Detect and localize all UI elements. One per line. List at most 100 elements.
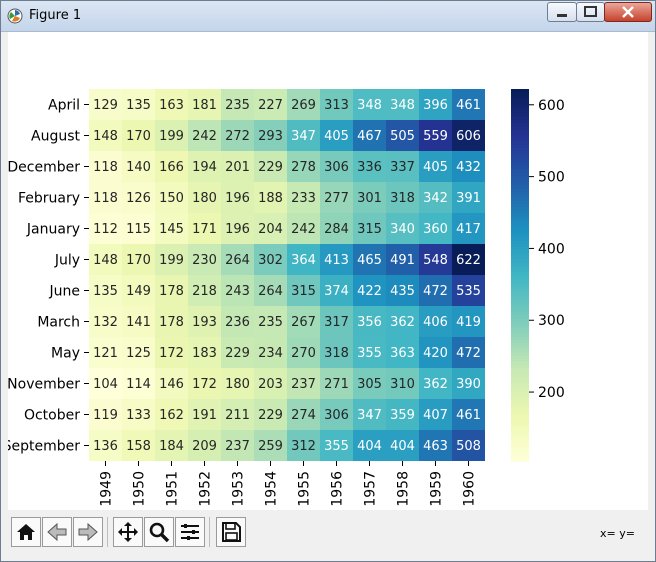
forward-button[interactable] xyxy=(73,517,103,547)
cell-value-label: 183 xyxy=(192,346,217,361)
figure-canvas[interactable]: 129 135 163 181 235 227 269 313 348 348 396 461 148 1… xyxy=(3,32,648,510)
cell-value-label: 362 xyxy=(423,377,448,392)
y-tick-label: June xyxy=(49,284,81,300)
cell-value-label: 193 xyxy=(192,315,217,330)
cell-value-label: 270 xyxy=(291,346,316,361)
zoom-button[interactable] xyxy=(144,517,174,547)
y-tick-label: December xyxy=(8,160,80,176)
cell-value-label: 306 xyxy=(324,408,349,423)
cell-value-label: 178 xyxy=(159,284,184,299)
zoom-icon xyxy=(149,522,170,543)
cell-value-label: 315 xyxy=(291,284,316,299)
cell-value-label: 318 xyxy=(324,346,349,361)
x-tick-label: 1950 xyxy=(132,471,148,507)
maximize-button[interactable] xyxy=(576,2,605,22)
cell-value-label: 237 xyxy=(225,439,250,454)
cell-value-label: 467 xyxy=(357,129,382,144)
back-icon xyxy=(47,522,67,542)
save-button[interactable] xyxy=(216,517,246,547)
cell-value-label: 390 xyxy=(456,377,481,392)
cell-value-label: 119 xyxy=(93,408,118,423)
x-tick-label: 1952 xyxy=(198,471,214,507)
cell-value-label: 236 xyxy=(225,315,250,330)
cell-value-label: 235 xyxy=(225,98,250,113)
cell-value-label: 505 xyxy=(390,129,415,144)
x-tick-label: 1956 xyxy=(330,471,346,507)
cell-value-label: 259 xyxy=(258,439,283,454)
cell-value-label: 126 xyxy=(126,191,151,206)
cell-value-label: 180 xyxy=(225,377,250,392)
cell-value-label: 277 xyxy=(324,191,349,206)
minimize-icon xyxy=(557,14,567,17)
y-tick-label: March xyxy=(37,315,80,331)
cell-value-label: 199 xyxy=(159,129,184,144)
cell-value-label: 170 xyxy=(126,253,151,268)
cell-value-label: 172 xyxy=(159,346,184,361)
cell-value-label: 203 xyxy=(258,377,283,392)
figure-window: Figure 1 129 135 163 181 235 227 269 313 348 348 3… xyxy=(0,0,656,562)
close-button[interactable] xyxy=(604,2,652,22)
y-tick-label: October xyxy=(24,408,80,424)
cell-value-label: 135 xyxy=(93,284,118,299)
cell-value-label: 278 xyxy=(291,160,316,175)
cell-value-label: 129 xyxy=(93,98,118,113)
cell-value-label: 243 xyxy=(225,284,250,299)
cell-value-label: 133 xyxy=(126,408,151,423)
cell-value-label: 199 xyxy=(159,253,184,268)
back-button[interactable] xyxy=(42,517,72,547)
home-button[interactable] xyxy=(11,517,41,547)
cell-value-label: 196 xyxy=(225,191,250,206)
y-tick-label: September xyxy=(8,439,80,455)
matplotlib-app-icon xyxy=(7,8,23,24)
cell-value-label: 235 xyxy=(258,315,283,330)
cell-value-label: 242 xyxy=(192,129,217,144)
cell-value-label: 364 xyxy=(291,253,316,268)
cell-value-label: 211 xyxy=(225,408,250,423)
cell-value-label: 347 xyxy=(357,408,382,423)
cell-value-label: 170 xyxy=(126,129,151,144)
title-bar[interactable]: Figure 1 xyxy=(1,1,655,32)
cell-value-label: 163 xyxy=(159,98,184,113)
x-tick-label: 1954 xyxy=(264,471,280,507)
forward-icon xyxy=(78,522,98,542)
cell-value-label: 406 xyxy=(423,315,448,330)
cell-value-label: 305 xyxy=(357,377,382,392)
cell-value-label: 233 xyxy=(291,191,316,206)
cell-value-label: 274 xyxy=(291,408,316,423)
cell-value-label: 191 xyxy=(192,408,217,423)
cell-value-label: 317 xyxy=(324,315,349,330)
cell-value-label: 306 xyxy=(324,160,349,175)
cell-value-label: 302 xyxy=(258,253,283,268)
cell-value-label: 162 xyxy=(159,408,184,423)
cell-value-label: 419 xyxy=(456,315,481,330)
cell-value-label: 355 xyxy=(357,346,382,361)
subplots-button[interactable] xyxy=(175,517,205,547)
cell-value-label: 472 xyxy=(456,346,481,361)
cell-value-label: 336 xyxy=(357,160,382,175)
pan-button[interactable] xyxy=(113,517,143,547)
cell-value-label: 340 xyxy=(390,222,415,237)
minimize-button[interactable] xyxy=(547,2,577,22)
cell-value-label: 125 xyxy=(126,346,151,361)
cell-value-label: 348 xyxy=(357,98,382,113)
toolbar-separator xyxy=(107,517,108,547)
cell-value-label: 114 xyxy=(126,377,151,392)
cell-value-label: 267 xyxy=(291,315,316,330)
cell-value-label: 391 xyxy=(456,191,481,206)
cell-value-label: 606 xyxy=(456,129,481,144)
cell-value-label: 218 xyxy=(192,284,217,299)
cell-value-label: 118 xyxy=(93,160,118,175)
cell-value-label: 461 xyxy=(456,98,481,113)
y-tick-label: April xyxy=(48,98,80,114)
x-tick-label: 1949 xyxy=(99,471,115,507)
colorbar-tick-label: 500 xyxy=(538,170,565,186)
cell-value-label: 310 xyxy=(390,377,415,392)
cell-value-label: 201 xyxy=(225,160,250,175)
cell-value-label: 194 xyxy=(192,160,217,175)
cell-value-label: 465 xyxy=(357,253,382,268)
cell-value-label: 315 xyxy=(357,222,382,237)
cell-value-label: 227 xyxy=(258,98,283,113)
window-title: Figure 1 xyxy=(29,8,82,23)
cell-value-label: 184 xyxy=(159,439,184,454)
cell-value-label: 404 xyxy=(390,439,415,454)
